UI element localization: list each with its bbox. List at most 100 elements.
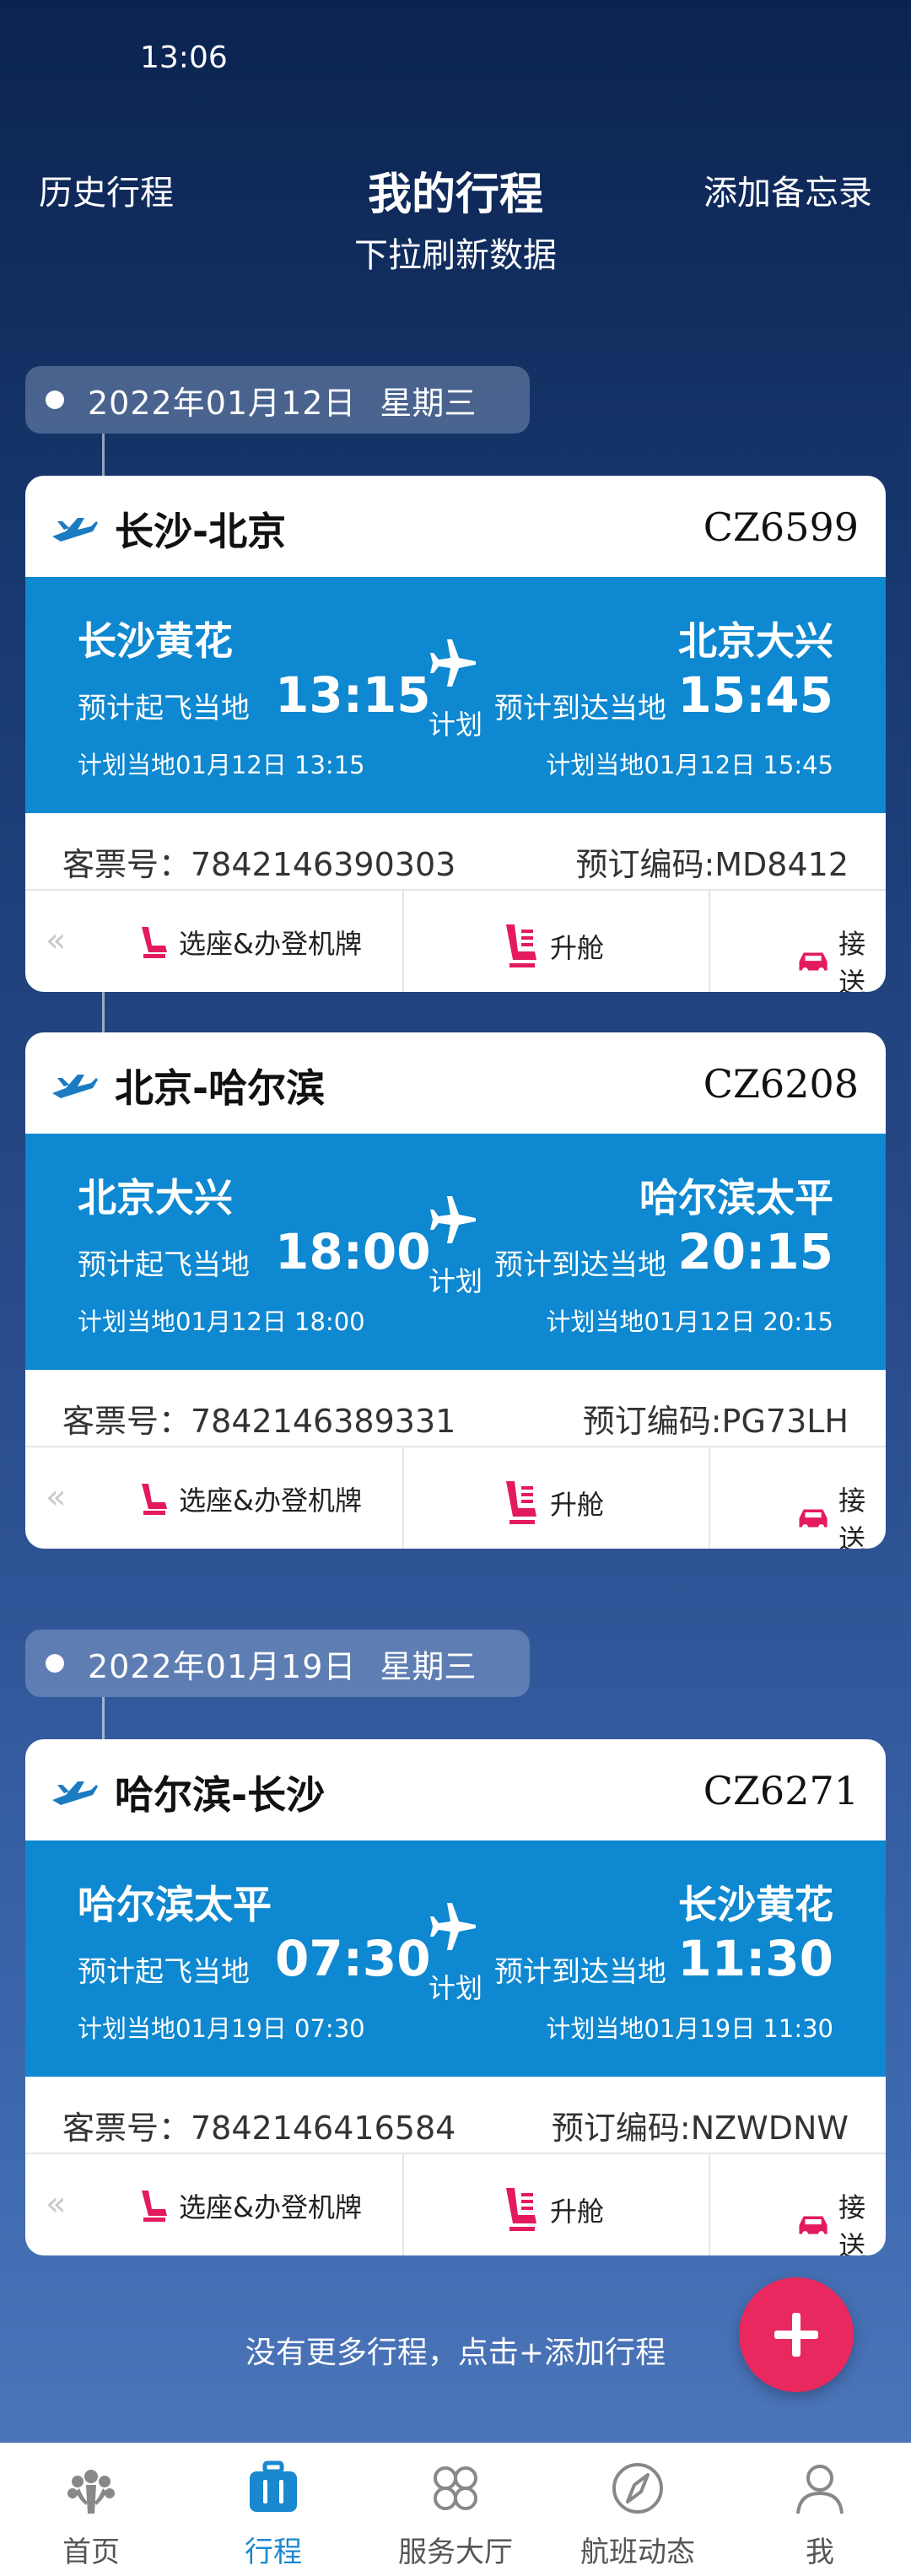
- divider: [402, 2154, 404, 2255]
- timeline-line: [102, 990, 105, 1032]
- booking-code: 预订编码:MD8412: [575, 846, 849, 883]
- arrival-city: 北京大兴: [678, 618, 833, 664]
- arrival-city: 哈尔滨太平: [639, 1175, 833, 1221]
- checkin-button[interactable]: 选座&办登机牌: [137, 1479, 362, 1518]
- action-row: « 选座&办登机牌 升舱 接送: [25, 2153, 886, 2255]
- seat-icon: [142, 927, 167, 958]
- checkin-label: 选座&办登机牌: [179, 928, 362, 960]
- arrival-plan: 计划当地01月12日 15:45: [546, 751, 833, 779]
- departure-city: 北京大兴: [78, 1175, 233, 1221]
- flight-info-panel: 北京大兴 哈尔滨太平 预计起飞当地 18:00 计划 预计到达当地 20:15 …: [25, 1134, 886, 1370]
- tab-trips-label: 行程: [245, 2536, 302, 2569]
- departure-label: 预计起飞当地: [78, 692, 250, 725]
- car-icon: [799, 1509, 827, 1530]
- departure-time: 07:30: [275, 1930, 431, 1987]
- arrival-city: 长沙黄花: [678, 1882, 833, 1927]
- trip-card-header: 长沙-北京 CZ6599: [25, 476, 886, 577]
- trip-card-header: 北京-哈尔滨 CZ6208: [25, 1032, 886, 1134]
- tab-service-hall-label: 服务大厅: [398, 2536, 513, 2569]
- transfer-button[interactable]: 接送: [796, 1479, 886, 1549]
- plus-icon: [774, 2313, 818, 2357]
- tab-flight-status-label: 航班动态: [580, 2536, 695, 2569]
- car-icon: [799, 2216, 827, 2237]
- divider: [709, 1447, 710, 1549]
- flight-status: 计划: [429, 1972, 483, 2004]
- trip-card[interactable]: 北京-哈尔滨 CZ6208 北京大兴 哈尔滨太平 预计起飞当地 18:00 计划…: [25, 1032, 886, 1549]
- upgrade-seat-icon: [506, 1481, 536, 1524]
- departure-label: 预计起飞当地: [78, 1248, 250, 1282]
- flight-info-panel: 哈尔滨太平 长沙黄花 预计起飞当地 07:30 计划 预计到达当地 11:30 …: [25, 1840, 886, 2077]
- checkin-label: 选座&办登机牌: [179, 1485, 362, 1517]
- date-text: 2022年01月12日: [88, 384, 357, 422]
- ticket-number: 客票号：7842146416584: [62, 2110, 456, 2147]
- divider: [709, 2154, 710, 2255]
- trip-card-header: 哈尔滨-长沙 CZ6271: [25, 1739, 886, 1840]
- departure-city: 哈尔滨太平: [78, 1882, 272, 1927]
- arrival-time: 20:15: [677, 1223, 833, 1280]
- seat-icon: [142, 2191, 167, 2222]
- transfer-button[interactable]: 接送: [796, 923, 886, 992]
- arrival-label: 预计到达当地: [494, 1955, 666, 1989]
- ticket-row: 客票号：7842146390303 预订编码:MD8412: [25, 813, 886, 889]
- weekday-text: 星期三: [380, 384, 477, 422]
- tab-me[interactable]: 我: [729, 2443, 911, 2576]
- upgrade-button[interactable]: 升舱: [501, 2186, 604, 2234]
- transfer-label: 接送: [838, 1485, 866, 1549]
- arrival-plan: 计划当地01月19日 11:30: [546, 2014, 833, 2043]
- arrival-time: 15:45: [677, 666, 833, 724]
- date-header: 2022年01月19日 星期三: [25, 1630, 530, 1697]
- trip-card[interactable]: 哈尔滨-长沙 CZ6271 哈尔滨太平 长沙黄花 预计起飞当地 07:30 计划…: [25, 1739, 886, 2255]
- tab-flight-status[interactable]: 航班动态: [547, 2443, 729, 2576]
- flight-plane-icon: [430, 1903, 476, 1950]
- route-text: 长沙-北京: [115, 509, 287, 554]
- timeline-line: [102, 1697, 105, 1739]
- airplane-icon: [52, 518, 98, 542]
- tab-trips[interactable]: 行程: [182, 2443, 364, 2576]
- status-time: 13:06: [140, 40, 228, 75]
- departure-plan: 计划当地01月12日 13:15: [78, 751, 365, 779]
- timeline-dot: [46, 391, 64, 409]
- add-memo-link[interactable]: 添加备忘录: [703, 165, 872, 214]
- date-header: 2022年01月12日 星期三: [25, 366, 530, 434]
- airplane-icon: [52, 1781, 98, 1805]
- flight-plane-icon: [430, 639, 476, 687]
- flight-info-panel: 长沙黄花 北京大兴 预计起飞当地 13:15 计划 预计到达当地 15:45 计…: [25, 577, 886, 813]
- ticket-number: 客票号：7842146389331: [62, 1403, 456, 1440]
- upgrade-label: 升舱: [550, 2196, 605, 2228]
- flight-status: 计划: [429, 709, 483, 741]
- ticket-row: 客票号：7842146416584 预订编码:NZWDNW: [25, 2077, 886, 2153]
- flight-status: 计划: [429, 1265, 483, 1297]
- upgrade-button[interactable]: 升舱: [501, 923, 604, 970]
- booking-code: 预订编码:PG73LH: [582, 1403, 849, 1440]
- upgrade-seat-icon: [506, 924, 536, 967]
- arrival-label: 预计到达当地: [494, 692, 666, 725]
- upgrade-button[interactable]: 升舱: [501, 1479, 604, 1527]
- user-icon: [796, 2465, 844, 2514]
- compass-icon: [612, 2463, 663, 2514]
- tab-home[interactable]: 首页: [0, 2443, 182, 2576]
- checkin-button[interactable]: 选座&办登机牌: [137, 923, 362, 962]
- departure-plan: 计划当地01月12日 18:00: [78, 1307, 365, 1336]
- tab-home-label: 首页: [62, 2536, 120, 2569]
- seat-icon: [142, 1484, 167, 1515]
- transfer-button[interactable]: 接送: [796, 2186, 886, 2255]
- flight-number: CZ6599: [703, 504, 859, 550]
- scroll-left-icon[interactable]: «: [46, 921, 66, 960]
- departure-city: 长沙黄花: [78, 618, 233, 664]
- tab-service-hall[interactable]: 服务大厅: [364, 2443, 547, 2576]
- action-row: « 选座&办登机牌 升舱 接送: [25, 1446, 886, 1549]
- scroll-left-icon[interactable]: «: [46, 2185, 66, 2223]
- flight-number: CZ6271: [703, 1768, 859, 1813]
- ticket-row: 客票号：7842146389331 预订编码:PG73LH: [25, 1370, 886, 1446]
- timeline-line: [102, 434, 105, 476]
- flight-number: CZ6208: [703, 1061, 859, 1107]
- arrival-label: 预计到达当地: [494, 1248, 666, 1282]
- trip-card[interactable]: 长沙-北京 CZ6599 长沙黄花 北京大兴 预计起飞当地 13:15 计划 预…: [25, 476, 886, 992]
- add-trip-button[interactable]: [739, 2277, 854, 2392]
- divider: [402, 1447, 404, 1549]
- kapok-logo-icon: [67, 2470, 115, 2514]
- checkin-button[interactable]: 选座&办登机牌: [137, 2186, 362, 2225]
- scroll-left-icon[interactable]: «: [46, 1478, 66, 1517]
- upgrade-seat-icon: [506, 2188, 536, 2231]
- transfer-label: 接送: [838, 928, 866, 992]
